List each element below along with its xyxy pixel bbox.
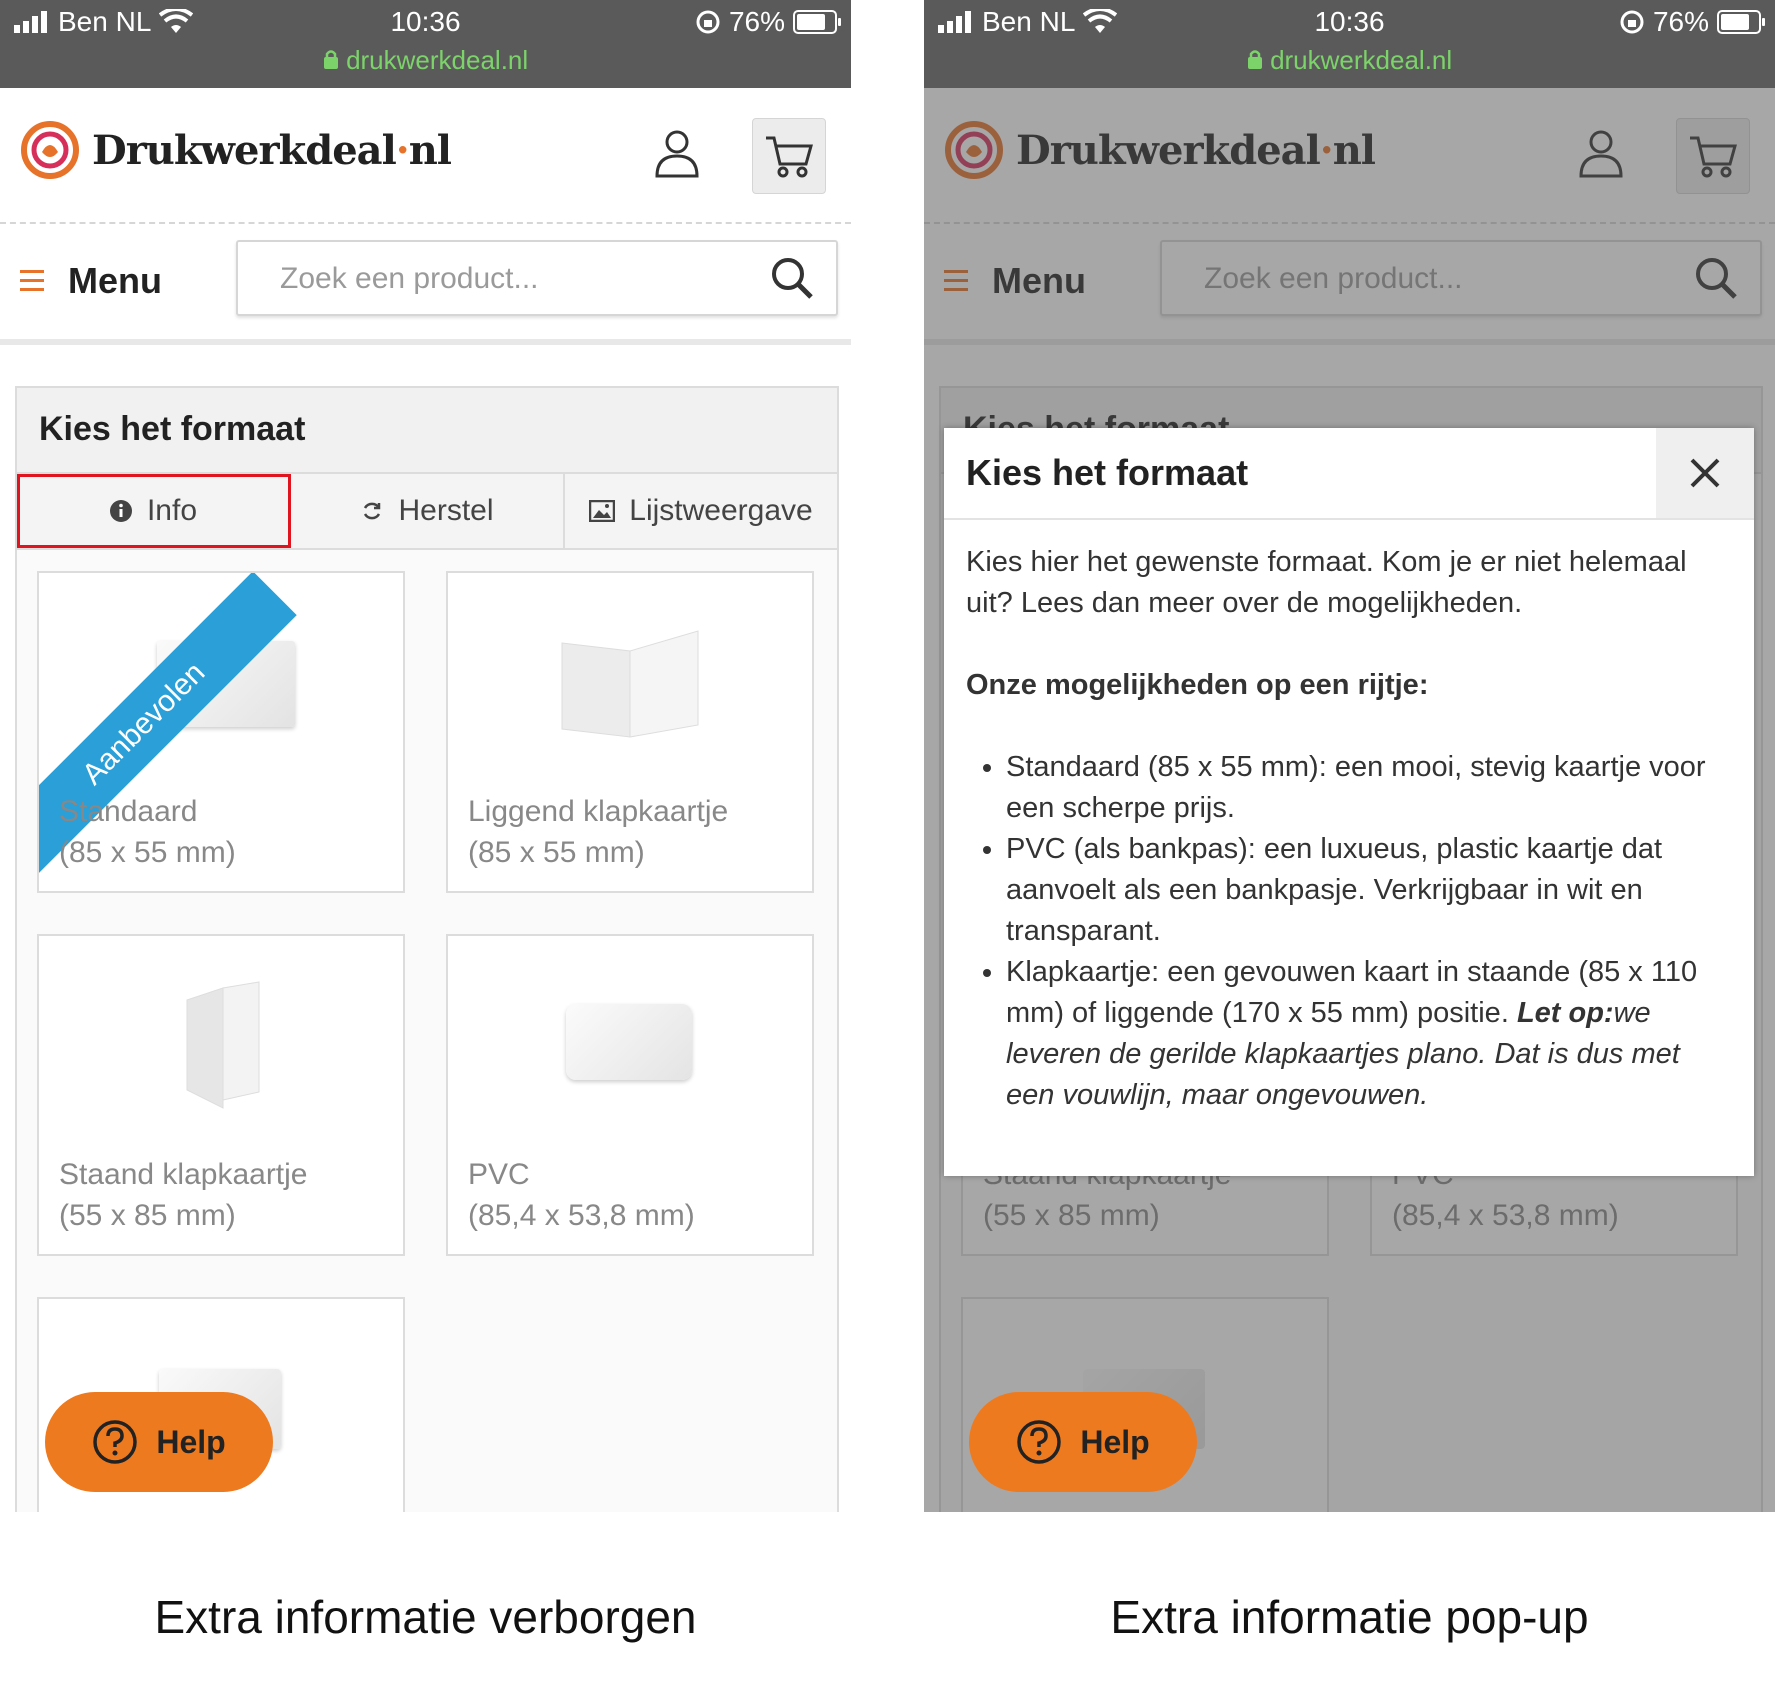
logo-tld: nl [408,126,452,174]
close-icon [1690,458,1720,488]
question-icon [1017,1420,1062,1464]
cart-icon [766,136,813,178]
modal-intro: Kies hier het gewenste formaat. Kom je e… [966,546,1687,619]
nav-bar: Menu Zoek een product... [0,224,851,345]
site-logo[interactable]: Drukwerkdeal·nl [18,118,452,182]
product-card-standaard[interactable]: Aanbevolen Standaard (85 x 55 mm) [37,571,405,893]
menu-button[interactable]: Menu [20,260,162,302]
modal-close-button[interactable] [1656,428,1754,518]
battery-icon [1717,10,1765,34]
tab-herstel[interactable]: Herstel [291,474,565,548]
url-text: drukwerkdeal.nl [1270,45,1453,75]
site-header: Drukwerkdeal·nl [0,88,851,224]
orientation-lock-icon [1620,10,1644,34]
product-name: Liggend klapkaartje [468,795,729,828]
help-label: Help [1080,1423,1150,1460]
battery-percent: 76% [1652,6,1709,37]
tab-herstel-label: Herstel [398,494,494,527]
tab-info-label: Info [146,494,198,527]
question-icon [93,1420,138,1464]
logo-text: Drukwerkdeal [92,126,397,174]
panel-tabs: Info Herstel Lijstweergave [17,474,837,550]
panel-title: Kies het formaat [39,410,306,448]
lock-icon [1247,50,1262,69]
refresh-icon [364,502,381,520]
product-card-pvc[interactable]: PVC (85,4 x 53,8 mm) [446,934,814,1256]
logo-mark-icon [21,121,79,179]
modal-subtitle: Onze mogelijkheden op een rijtje: [966,669,1429,701]
list-item: Klapkaartje: een gevouwen kaart in staan… [1006,952,1732,1116]
search-placeholder: Zoek een product... [280,262,539,295]
phone-screen-hidden-info: Ben NL 10:36 76% drukwerkdeal.nl Drukwer… [0,0,851,1512]
tab-lijstweergave[interactable]: Lijstweergave [565,474,837,548]
list-item: Standaard (85 x 55 mm): een mooi, stevig… [1006,747,1732,829]
list-item: PVC (als bankpas): een luxueus, plastic … [1006,829,1732,952]
caption-left: Extra informatie verborgen [154,1591,697,1643]
info-modal: Kies het formaat Kies hier het gewenste … [944,428,1754,1176]
caption-right: Extra informatie pop-up [1110,1591,1589,1643]
search-icon[interactable] [770,256,814,300]
status-bar: Ben NL 10:36 76% drukwerkdeal.nl [0,0,851,88]
product-name: Staand klapkaartje [59,1158,308,1191]
card-preview-image [561,630,699,738]
help-button[interactable]: Help [969,1392,1197,1492]
product-size: (85 x 55 mm) [468,836,645,869]
card-preview-image [566,1004,692,1080]
product-size: (55 x 85 mm) [59,1199,236,1232]
url-bar[interactable]: drukwerkdeal.nl [924,45,1775,76]
card-preview-image [186,981,260,1109]
info-icon [109,500,132,522]
product-size: (85 x 55 mm) [59,836,236,869]
product-name: Standaard [59,795,198,828]
search-input[interactable]: Zoek een product... [236,240,838,316]
logo-dot: · [395,126,410,174]
tab-lijstweergave-label: Lijstweergave [629,494,813,527]
options-list: Standaard (85 x 55 mm): een mooi, stevig… [966,747,1732,1116]
help-button[interactable]: Help [45,1392,273,1492]
product-card-staand-klapkaartje[interactable]: Staand klapkaartje (55 x 85 mm) [37,934,405,1256]
modal-body: Kies hier het gewenste formaat. Kom je e… [944,520,1754,1116]
product-size: (85,4 x 53,8 mm) [468,1199,695,1232]
user-icon [655,130,699,178]
url-text: drukwerkdeal.nl [346,45,529,75]
battery-icon [793,10,841,34]
phone-screen-popup: Ben NL 10:36 76% drukwerkdeal.nl Drukwer… [924,0,1775,1512]
status-bar: Ben NL 10:36 76% drukwerkdeal.nl [924,0,1775,88]
image-icon [589,500,616,522]
lock-icon [323,50,338,69]
note-bold: Let op: [1516,997,1614,1029]
tab-info[interactable]: Info [17,474,291,548]
orientation-lock-icon [696,10,720,34]
product-card-liggend-klapkaartje[interactable]: Liggend klapkaartje (85 x 55 mm) [446,571,814,893]
cart-button[interactable] [752,118,826,194]
account-button[interactable] [654,128,700,183]
url-bar[interactable]: drukwerkdeal.nl [0,45,851,76]
hamburger-icon [20,270,44,292]
help-label: Help [156,1423,226,1460]
product-name: PVC [468,1158,530,1191]
menu-label: Menu [68,260,162,301]
battery-percent: 76% [728,6,785,37]
modal-title: Kies het formaat [966,452,1249,493]
